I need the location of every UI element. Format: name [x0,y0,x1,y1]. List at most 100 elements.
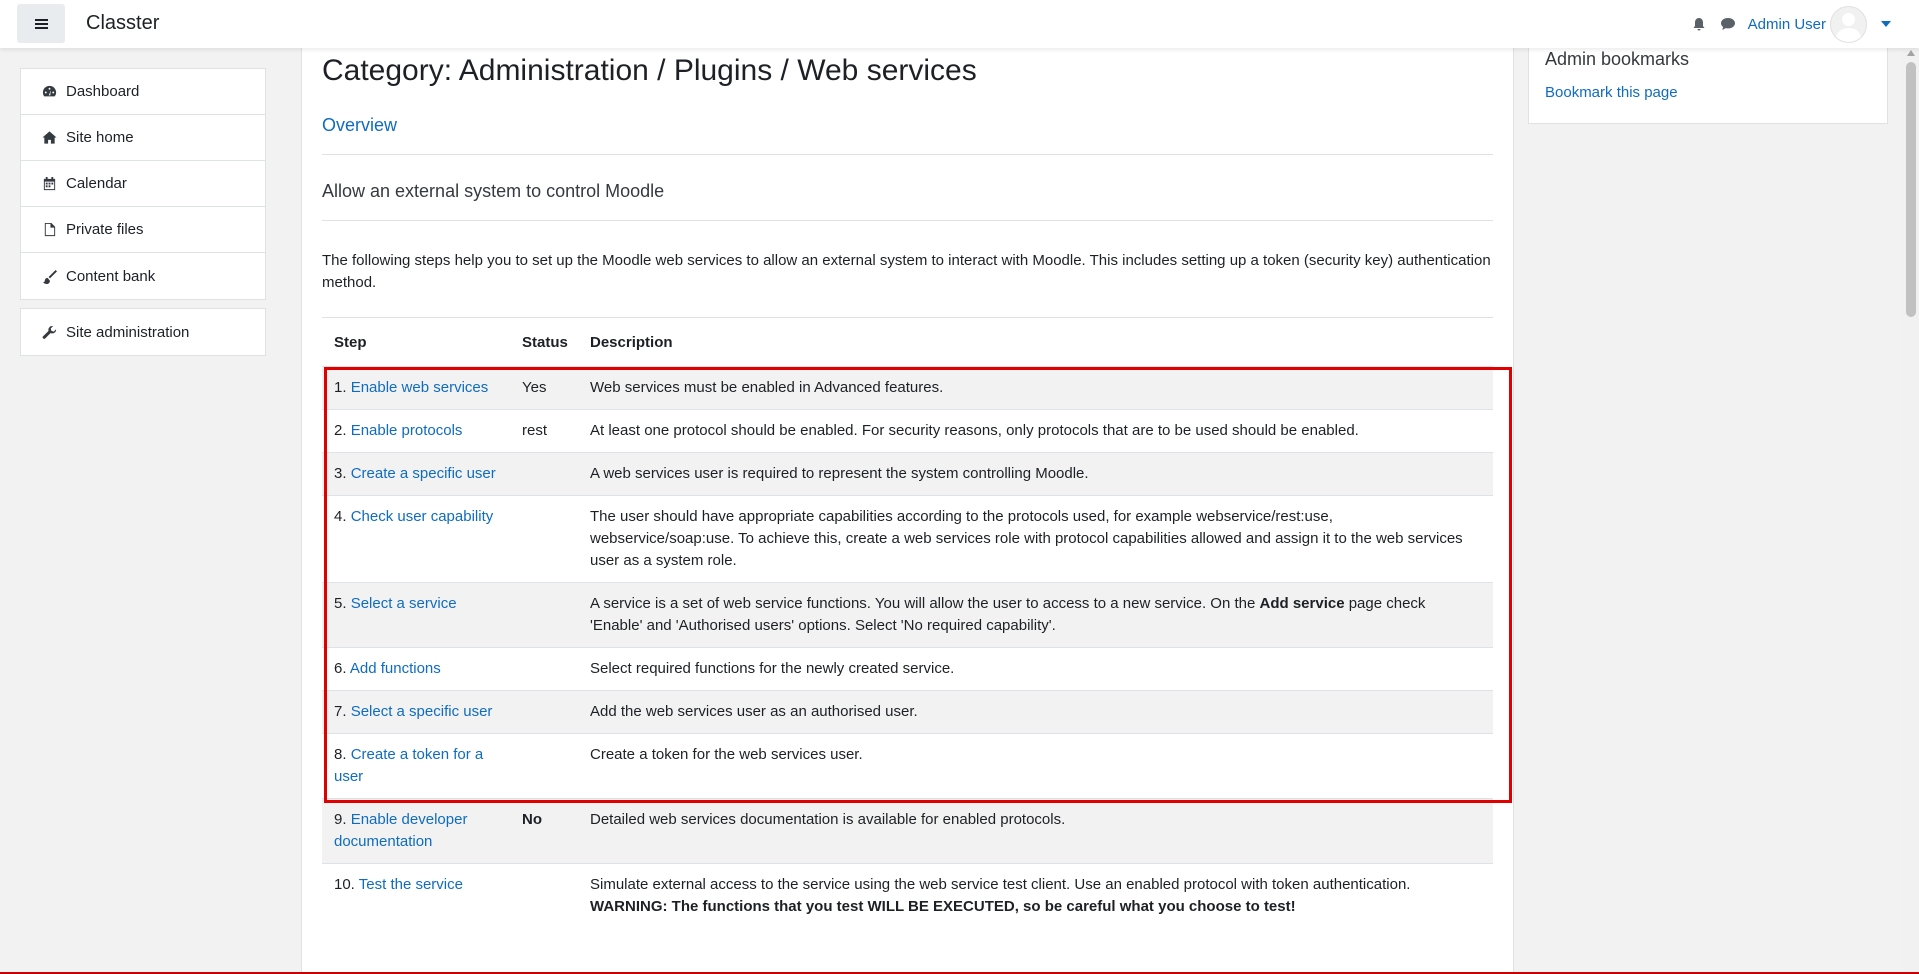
main-region: Category: Administration / Plugins / Web… [301,48,1514,974]
status-cell: Yes [510,366,578,410]
step-cell: 10. Test the service [322,863,510,928]
description-cell: Add the web services user as an authoris… [578,690,1493,734]
status-cell [510,733,578,799]
nav-item-label: Content bank [66,267,156,285]
table-header-row: Step Status Description [322,318,1493,367]
menu-toggle-button[interactable] [17,4,65,43]
nav-item-label: Dashboard [66,83,140,100]
step-cell: 9. Enable developer documentation [322,798,510,864]
table-row: 2. Enable protocols rest At least one pr… [322,409,1493,453]
bookmark-page-link[interactable]: Bookmark this page [1545,84,1871,101]
step-number: 4. [334,508,347,525]
nav-item-site-home[interactable]: Site home [21,115,265,161]
column-header-step: Step [334,333,367,351]
step-number: 5. [334,595,347,612]
nav-item-label: Calendar [66,175,127,192]
step-link[interactable]: Check user capability [351,508,494,525]
status-cell [510,863,578,928]
nav-item-label: Private files [66,221,144,238]
page-scrollbar[interactable] [1903,48,1919,974]
step-number: 8. [334,746,347,763]
description-cell: Detailed web services documentation is a… [578,798,1493,864]
step-cell: 2. Enable protocols [322,409,510,453]
nav-list: Dashboard Site home Calendar Private fil… [20,68,266,300]
column-header-description: Description [590,333,673,351]
step-number: 10. [334,876,355,893]
table-row: 8. Create a token for a user Create a to… [322,733,1493,799]
calendar-icon [43,176,56,191]
steps-table: Step Status Description 1. Enable web se… [322,318,1493,928]
bell-icon[interactable] [1692,17,1706,31]
status-cell: No [510,798,578,864]
status-cell [510,582,578,648]
step-cell: 7. Select a specific user [322,690,510,734]
step-number: 2. [334,422,347,439]
chevron-down-icon[interactable] [1881,21,1891,27]
dashboard-icon [42,85,57,97]
divider [322,154,1493,155]
status-cell [510,647,578,691]
step-number: 1. [334,379,347,396]
step-number: 6. [334,660,347,677]
step-link[interactable]: Enable protocols [351,422,463,439]
admin-nav-list: Site administration [20,308,266,356]
step-link[interactable]: Create a specific user [351,465,496,482]
user-nav: Admin User [1692,5,1891,43]
scrollbar-thumb[interactable] [1906,62,1916,317]
step-number: 7. [334,703,347,720]
step-link[interactable]: Enable web services [351,379,489,396]
brush-icon [42,269,57,284]
description-cell: Web services must be enabled in Advanced… [578,366,1493,410]
step-link[interactable]: Create a token for a user [334,746,483,785]
step-number: 3. [334,465,347,482]
home-icon [42,131,57,144]
wrench-icon [42,325,57,339]
nav-item-content-bank[interactable]: Content bank [21,253,265,299]
page-title: Category: Administration / Plugins / Web… [322,54,977,87]
description-cell: At least one protocol should be enabled.… [578,409,1493,453]
avatar-icon[interactable] [1830,5,1867,43]
table-row: 7. Select a specific user Add the web se… [322,690,1493,734]
nav-item-dashboard[interactable]: Dashboard [21,69,265,115]
description-text: A service is a set of web service functi… [590,595,1260,612]
description-cell: The user should have appropriate capabil… [578,495,1493,583]
step-cell: 8. Create a token for a user [322,733,510,799]
table-row: 1. Enable web services Yes Web services … [322,366,1493,410]
site-brand[interactable]: Classter [86,12,159,35]
file-icon [44,222,56,237]
table-row: 5. Select a service A service is a set o… [322,582,1493,648]
step-link[interactable]: Select a service [351,595,457,612]
description-cell: A service is a set of web service functi… [578,582,1493,648]
step-cell: 4. Check user capability [322,495,510,583]
nav-item-label: Site administration [66,323,190,341]
step-cell: 6. Add functions [322,647,510,691]
add-service-label: Add service [1259,595,1345,612]
step-cell: 1. Enable web services [322,366,510,410]
nav-item-site-administration[interactable]: Site administration [21,309,265,355]
step-number: 9. [334,811,347,828]
step-cell: 3. Create a specific user [322,452,510,496]
admin-bookmarks-block: Admin bookmarks Bookmark this page [1528,36,1888,124]
table-row: 6. Add functions Select required functio… [322,647,1493,691]
username-link[interactable]: Admin User [1748,16,1826,33]
divider [322,220,1493,221]
warning-text: WARNING: The functions that you test WIL… [590,898,1296,915]
scroll-up-icon[interactable] [1907,50,1915,56]
nav-item-private-files[interactable]: Private files [21,207,265,253]
step-cell: 5. Select a service [322,582,510,648]
nav-item-calendar[interactable]: Calendar [21,161,265,207]
column-header-status: Status [522,333,568,351]
step-link[interactable]: Enable developer documentation [334,811,467,850]
description-cell: Create a token for the web services user… [578,733,1493,799]
block-title: Admin bookmarks [1545,49,1690,69]
step-link[interactable]: Test the service [359,876,463,893]
overview-link[interactable]: Overview [322,115,397,136]
table-row: 3. Create a specific user A web services… [322,452,1493,496]
chat-icon[interactable] [1720,17,1736,31]
section-heading: Allow an external system to control Mood… [322,181,665,201]
step-link[interactable]: Add functions [350,660,441,677]
description-text: Simulate external access to the service … [590,876,1411,893]
table-row: 9. Enable developer documentation No Det… [322,798,1493,864]
table-row: 4. Check user capability The user should… [322,495,1493,583]
step-link[interactable]: Select a specific user [351,703,493,720]
